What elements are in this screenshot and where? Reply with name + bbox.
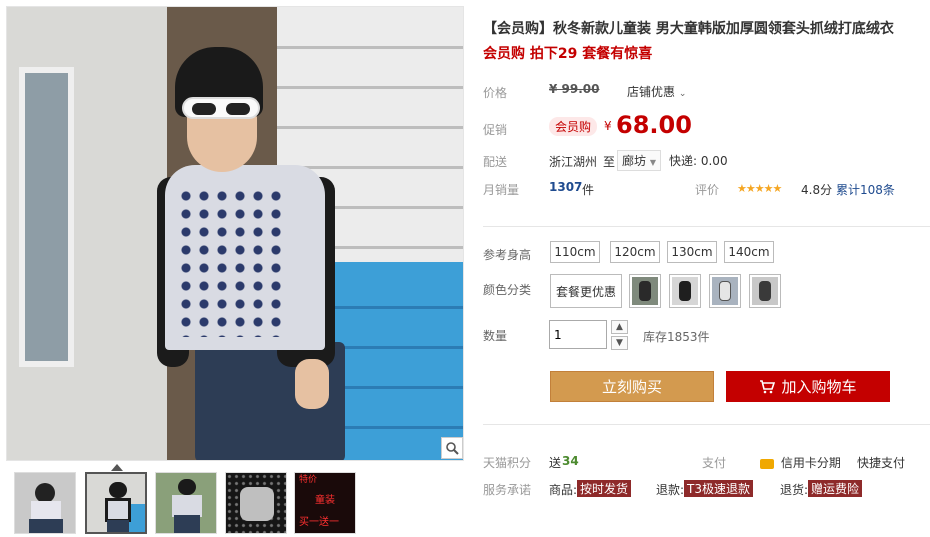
promo-label: 促销: [483, 123, 508, 137]
size-label: 参考身高: [483, 248, 532, 262]
price-label: 价格: [483, 86, 508, 100]
size-option-110[interactable]: 110cm: [550, 241, 600, 263]
review-count-link[interactable]: 累计108条: [836, 181, 895, 198]
color-option-package[interactable]: 套餐更优惠: [550, 274, 622, 308]
add-to-cart-button[interactable]: 加入购物车: [726, 371, 890, 402]
points-number: 34: [562, 454, 579, 468]
color-option-2[interactable]: [669, 274, 701, 308]
monthly-sales-count: 1307: [549, 180, 583, 194]
currency-symbol: ¥: [604, 119, 612, 133]
color-label: 颜色分类: [483, 283, 532, 297]
chevron-down-icon: ⌄: [678, 89, 687, 99]
credit-installment[interactable]: 信用卡分期: [760, 454, 841, 471]
color-option-1[interactable]: [629, 274, 661, 308]
photo-brick-line: [277, 147, 463, 169]
credit-card-icon: [760, 458, 774, 469]
credit-installment-label: 信用卡分期: [780, 456, 841, 470]
photo-brick-line: [277, 107, 463, 129]
payment-label: 支付: [702, 456, 727, 470]
stock-count: 库存1853件: [643, 330, 710, 344]
dropdown-arrow-icon: ▼: [649, 158, 656, 167]
quantity-decrease-button[interactable]: ▼: [611, 336, 628, 350]
original-price: ¥ 99.00: [549, 82, 600, 96]
thumb-active-indicator: [111, 464, 123, 471]
quantity-label: 数量: [483, 329, 508, 343]
service-refund-tag[interactable]: T3极速退款: [684, 480, 753, 497]
thumbnail-2[interactable]: [85, 472, 147, 534]
quantity-input[interactable]: [549, 320, 607, 349]
tmall-points-label: 天猫积分: [483, 456, 532, 470]
service-label: 服务承诺: [483, 483, 532, 497]
photo-brick-line: [277, 67, 463, 89]
size-option-120[interactable]: 120cm: [610, 241, 660, 263]
service-goods-label: 商品:: [549, 483, 578, 497]
monthly-sales-label: 月销量: [483, 183, 520, 197]
service-return-label: 退货:: [780, 483, 809, 497]
color-option-4[interactable]: [749, 274, 781, 308]
size-option-130[interactable]: 130cm: [667, 241, 717, 263]
sales-unit: 件: [582, 183, 595, 197]
service-return-tag[interactable]: 赠运费险: [808, 480, 863, 497]
fast-pay[interactable]: 快捷支付: [857, 454, 905, 471]
rating-stars-icon: ★★★★★: [737, 182, 782, 195]
thumbnail-4[interactable]: [225, 472, 287, 534]
thumbnail-1[interactable]: [14, 472, 76, 534]
service-goods-tag[interactable]: 按时发货: [577, 480, 632, 497]
thumb-text-kids: 童装: [315, 495, 335, 506]
buy-now-button[interactable]: 立刻购买: [550, 371, 714, 402]
thumb-text-sale: 特价: [299, 475, 318, 485]
zoom-icon[interactable]: [441, 437, 463, 459]
chevron-down-icon: ▼: [616, 338, 623, 348]
quantity-increase-button[interactable]: ▲: [611, 320, 628, 334]
promo-text: 会员购 拍下29 套餐有惊喜: [483, 46, 653, 62]
ship-to-select[interactable]: 廊坊 ▼: [617, 150, 661, 171]
points-give: 送: [549, 456, 562, 470]
add-to-cart-label: 加入购物车: [781, 378, 857, 396]
store-promo-label: 店铺优惠: [627, 85, 676, 99]
divider: [483, 424, 930, 425]
ship-to-word: 至: [603, 155, 616, 169]
thumb-text-bogo: 买一送一: [299, 517, 339, 528]
shipping-label: 配送: [483, 155, 508, 169]
photo-door-window: [19, 67, 74, 367]
color-option-3[interactable]: [709, 274, 741, 308]
size-option-140[interactable]: 140cm: [724, 241, 774, 263]
ship-to-value: 廊坊: [622, 154, 647, 168]
member-badge: 会员购: [549, 117, 598, 136]
rating-label: 评价: [695, 183, 720, 197]
thumbnail-5[interactable]: 特价 童装 买一送一: [294, 472, 356, 534]
current-price: 68.00: [616, 111, 692, 139]
photo-brick-line: [277, 27, 463, 49]
main-product-image[interactable]: [6, 6, 464, 461]
product-title: 【会员购】秋冬新款儿童装 男大童韩版加厚圆领套头抓绒打底绒衣: [483, 21, 894, 37]
thumbnail-3[interactable]: [155, 472, 217, 534]
chevron-up-icon: ▲: [616, 322, 623, 332]
express-fee: 快递: 0.00: [669, 154, 728, 168]
divider: [483, 226, 930, 227]
photo-hand: [295, 359, 329, 409]
photo-sunglasses: [182, 97, 260, 119]
ship-from: 浙江湖州: [549, 155, 598, 169]
service-refund-label: 退款:: [656, 483, 685, 497]
photo-shirt-pattern: [177, 187, 287, 337]
cart-icon: [760, 379, 776, 393]
store-promo-dropdown[interactable]: 店铺优惠 ⌄: [627, 83, 686, 100]
rating-score: 4.8分: [801, 183, 833, 197]
